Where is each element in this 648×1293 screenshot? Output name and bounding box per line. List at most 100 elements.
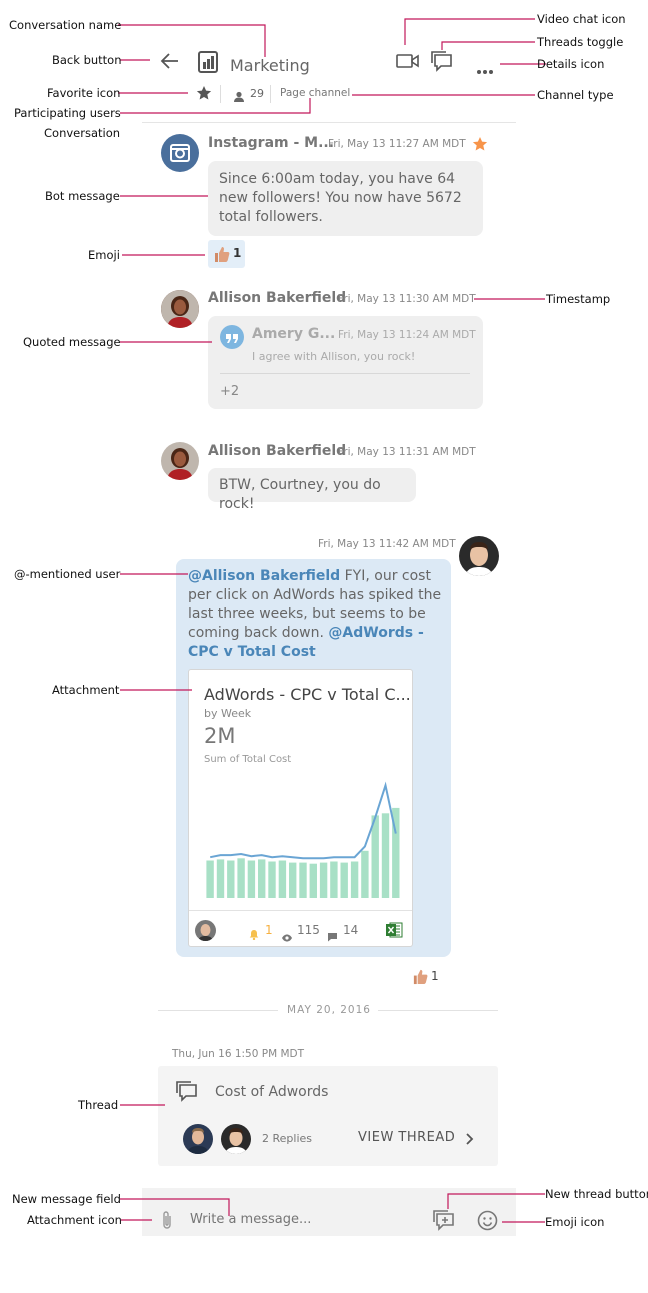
chart-bar [309, 863, 317, 898]
attachment-metric: 2M [204, 724, 236, 748]
new-thread-icon[interactable] [432, 1209, 456, 1235]
callout-details-icon: Details icon [537, 57, 605, 71]
sender-name[interactable]: Allison Bakerfield [208, 290, 346, 306]
callout-conversation: Conversation [44, 126, 121, 140]
own-message-bubble: @Allison Bakerfield FYI, our cost per cl… [176, 559, 451, 957]
thread-title: Cost of Adwords [215, 1084, 329, 1100]
date-divider-label: MAY 20, 2016 [287, 1004, 371, 1016]
conversation-title: Marketing [230, 56, 310, 75]
quote-timestamp: Fri, May 13 11:24 AM MDT [338, 329, 476, 341]
thumbs-up-icon [412, 968, 429, 989]
excel-icon[interactable] [385, 921, 403, 943]
callout-quoted-message: Quoted message [23, 335, 121, 349]
threads-toggle-icon[interactable] [430, 50, 454, 72]
starred-icon[interactable] [472, 136, 488, 152]
callout-conversation-name: Conversation name [9, 18, 122, 32]
attachment-chart [206, 781, 400, 898]
video-chat-icon[interactable] [396, 52, 420, 70]
chart-bar [340, 862, 348, 898]
instagram-avatar[interactable] [161, 134, 199, 172]
chart-bar [258, 859, 266, 898]
alert-bell-icon [249, 925, 259, 944]
attachment-metric-label: Sum of Total Cost [204, 754, 292, 765]
quote-divider [220, 373, 470, 374]
chart-bar [350, 861, 359, 898]
quote-sender: Amery G... [252, 326, 336, 342]
allison-avatar[interactable] [161, 290, 199, 328]
comments-count: 14 [343, 923, 359, 937]
thread-participant-avatar [221, 1124, 251, 1154]
channel-icon [197, 50, 219, 74]
quote-text: I agree with Allison, you rock! [252, 350, 416, 363]
callout-attachment: Attachment [52, 683, 120, 697]
chart-bar [237, 858, 245, 898]
thumbs-up-icon [213, 245, 231, 267]
sender-name[interactable]: Instagram - M... [208, 135, 334, 151]
message-text: @Allison Bakerfield FYI, our cost per cl… [188, 567, 442, 662]
participants-icon [233, 88, 245, 102]
callout-emoji: Emoji [88, 248, 120, 262]
reaction-count: 1 [431, 969, 439, 983]
header-divider [142, 122, 516, 123]
emoji-reaction[interactable]: 1 [412, 968, 442, 986]
user-avatar[interactable] [459, 536, 499, 576]
message-bubble: BTW, Courtney, you do rock! [208, 468, 416, 512]
callout-participating-users: Participating users [14, 106, 121, 120]
attachment-card[interactable]: AdWords - CPC v Total C... by Week 2M Su… [188, 669, 413, 947]
views-count: 115 [297, 923, 320, 937]
mention-user[interactable]: @Allison Bakerfield [188, 568, 340, 584]
chart-bar [371, 815, 379, 898]
callout-mentioned-user: @-mentioned user [14, 567, 121, 581]
sender-name[interactable]: Allison Bakerfield [208, 443, 346, 459]
owner-avatar[interactable] [195, 920, 216, 941]
details-icon[interactable] [476, 60, 494, 74]
channel-type-label: Page channel [280, 87, 351, 99]
chart-bar [247, 860, 256, 898]
quoted-message-bubble[interactable]: Amery G... Fri, May 13 11:24 AM MDT I ag… [208, 316, 483, 409]
divider-vertical [220, 85, 221, 103]
callout-back-button: Back button [52, 53, 122, 67]
divider-vertical [270, 85, 271, 103]
quote-icon [220, 325, 244, 349]
view-thread-button[interactable]: VIEW THREAD [358, 1130, 455, 1145]
views-icon [281, 927, 293, 946]
callout-emoji-icon: Emoji icon [545, 1215, 605, 1229]
reaction-count: 1 [233, 246, 242, 260]
date-divider-line [378, 1010, 498, 1011]
callout-thread: Thread [78, 1098, 119, 1112]
callout-attachment-icon: Attachment icon [27, 1213, 122, 1227]
favorite-star-icon[interactable] [196, 85, 212, 101]
participants-count[interactable]: 29 [250, 87, 264, 100]
allison-avatar[interactable] [161, 442, 199, 480]
chart-bar [381, 813, 390, 898]
message-timestamp: Fri, May 13 11:30 AM MDT [338, 293, 476, 305]
message-timestamp: Fri, May 13 11:31 AM MDT [338, 446, 476, 458]
attachment-icon[interactable] [160, 1210, 174, 1234]
chart-bar [289, 862, 297, 898]
message-timestamp: Fri, May 13 11:42 AM MDT [318, 538, 456, 550]
attachment-title: AdWords - CPC v Total C... [204, 685, 411, 704]
callout-threads-toggle: Threads toggle [537, 35, 624, 49]
new-message-field[interactable] [190, 1206, 410, 1232]
chevron-right-icon[interactable] [465, 1131, 475, 1150]
thread-card[interactable]: Cost of Adwords 2 Replies VIEW THREAD [158, 1066, 498, 1166]
callout-bot-message: Bot message [45, 189, 120, 203]
back-arrow-icon[interactable] [160, 52, 180, 70]
callout-timestamp: Timestamp [546, 292, 611, 306]
callout-new-thread-button: New thread button [545, 1187, 648, 1201]
emoji-icon[interactable] [477, 1210, 498, 1235]
callout-favorite-icon: Favorite icon [47, 86, 121, 100]
callout-channel-type: Channel type [537, 88, 614, 102]
callout-new-message-field: New message field [12, 1192, 121, 1206]
chart-bar [319, 862, 328, 898]
card-footer-divider [189, 910, 412, 911]
emoji-reaction[interactable]: 1 [208, 240, 245, 268]
chart-bar [227, 860, 235, 898]
comments-icon [327, 927, 338, 946]
date-divider-line [158, 1010, 278, 1011]
attachment-subtitle: by Week [204, 707, 252, 720]
chart-bar [278, 860, 287, 898]
alerts-count: 1 [265, 923, 273, 937]
chart-bar [216, 859, 225, 898]
more-quotes[interactable]: +2 [220, 384, 239, 399]
